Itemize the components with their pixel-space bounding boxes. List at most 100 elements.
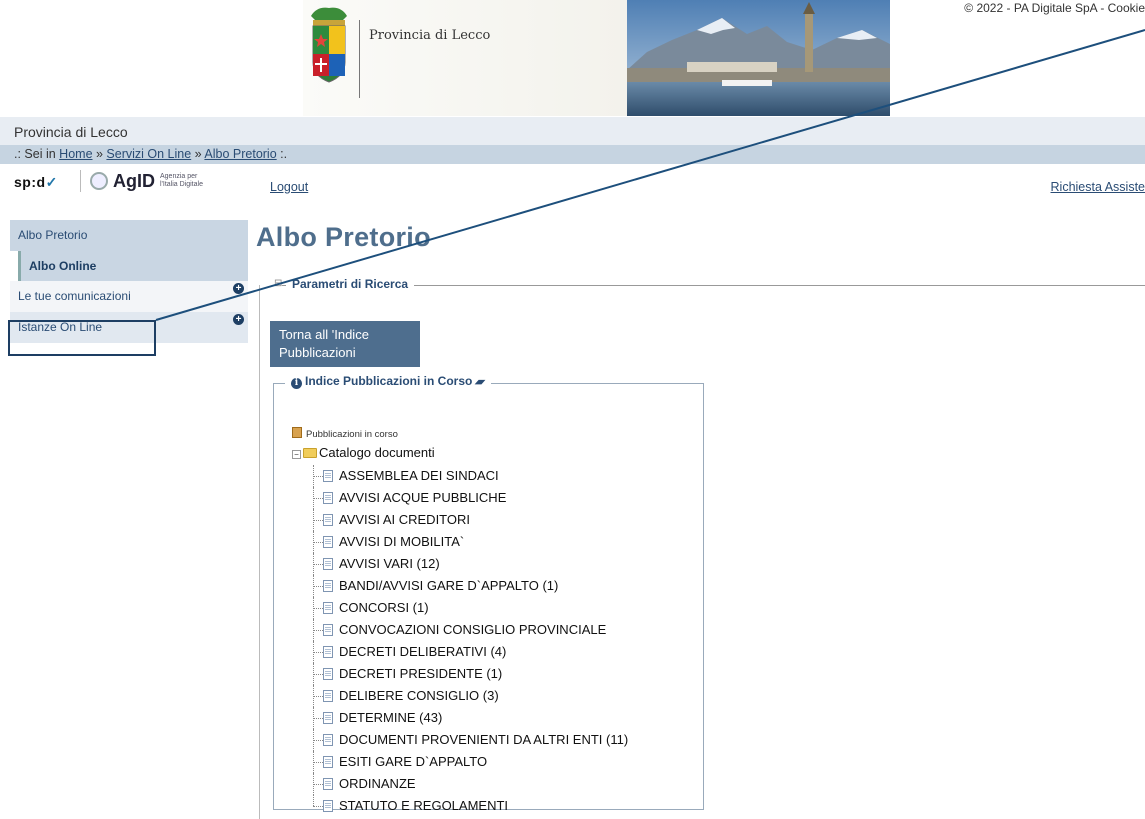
breadcrumb-separator: »: [92, 147, 107, 161]
tree-item[interactable]: CONVOCAZIONI CONSIGLIO PROVINCIALE: [313, 619, 628, 641]
document-icon: [323, 624, 333, 636]
page-title: Albo Pretorio: [256, 222, 431, 252]
tree-item-label: AVVISI ACQUE PUBBLICHE: [339, 490, 507, 505]
assistance-request-link[interactable]: Richiesta Assiste: [1051, 180, 1145, 194]
lake-landscape-photo: [627, 0, 890, 116]
document-icon: [323, 580, 333, 592]
tree-item-label: DECRETI PRESIDENTE (1): [339, 666, 503, 681]
banner-divider: [359, 20, 360, 98]
tree-item[interactable]: AVVISI ACQUE PUBBLICHE: [313, 487, 628, 509]
document-icon: [323, 756, 333, 768]
tree-root-label: Pubblicazioni in corso: [306, 429, 398, 440]
document-icon: [323, 492, 333, 504]
document-icon: [323, 712, 333, 724]
agid-emblem-icon: [90, 172, 108, 190]
tree-item-label: CONVOCAZIONI CONSIGLIO PROVINCIALE: [339, 622, 607, 637]
sidebar-item-label: Albo Pretorio: [18, 228, 88, 242]
tree-node-catalog[interactable]: − Catalogo documenti: [292, 445, 435, 460]
publications-index-title: Indice Pubblicazioni in Corso: [305, 374, 473, 388]
tree-item[interactable]: DECRETI PRESIDENTE (1): [313, 663, 628, 685]
breadcrumb-separator: »: [191, 147, 205, 161]
tree-item-label: ORDINANZE: [339, 776, 416, 791]
header-banner: Provincia di Lecco: [303, 0, 890, 116]
breadcrumb-suffix: :.: [276, 147, 288, 161]
sidebar-item-label: Le tue comunicazioni: [18, 289, 131, 303]
collapse-tree-icon[interactable]: −: [292, 450, 301, 459]
site-title-bar: [0, 117, 1145, 145]
tree-item-label: DETERMINE (43): [339, 710, 443, 725]
site-name: Provincia di Lecco: [14, 124, 128, 140]
spid-logo: sp:d✓: [14, 174, 58, 191]
back-to-index-button[interactable]: Torna all 'Indice Pubblicazioni: [270, 321, 420, 367]
tree-item-label: DECRETI DELIBERATIVI (4): [339, 644, 507, 659]
tree-item[interactable]: AVVISI AI CREDITORI: [313, 509, 628, 531]
agid-logo-text: AgID: [113, 170, 155, 191]
document-icon: [323, 734, 333, 746]
breadcrumb-link-home[interactable]: Home: [59, 147, 92, 161]
tree-item[interactable]: DELIBERE CONSIGLIO (3): [313, 685, 628, 707]
breadcrumb: .: Sei in Home » Servizi On Line » Albo …: [14, 147, 287, 161]
tree-item[interactable]: ASSEMBLEA DEI SINDACI: [313, 465, 628, 487]
tree-item[interactable]: CONCORSI (1): [313, 597, 628, 619]
tree-item-label: ESITI GARE D`APPALTO: [339, 754, 488, 769]
agid-logo-subtitle: Agenzia per l'Italia Digitale: [160, 173, 203, 188]
document-icon: [323, 558, 333, 570]
banner-title: Provincia di Lecco: [369, 28, 491, 43]
document-icon: [323, 470, 333, 482]
tree-item-label: DELIBERE CONSIGLIO (3): [339, 688, 499, 703]
document-icon: [323, 778, 333, 790]
logos-divider: [80, 170, 81, 192]
search-params-legend[interactable]: Parametri di Ricerca: [286, 277, 415, 291]
document-icon: [323, 800, 333, 812]
collapse-icon[interactable]: ⊟: [274, 278, 283, 289]
tree-item-label: AVVISI AI CREDITORI: [339, 512, 470, 527]
sidebar-item-comunicazioni[interactable]: Le tue comunicazioni +: [10, 281, 248, 312]
agid-logo: AgID Agenzia per l'Italia Digitale: [90, 171, 210, 191]
copyright-text: © 2022 - PA Digitale SpA - Cookie: [964, 1, 1145, 15]
tree-item[interactable]: STATUTO E REGOLAMENTI: [313, 795, 628, 817]
sidebar-item-albo-pretorio[interactable]: Albo Pretorio: [10, 220, 248, 251]
logout-link[interactable]: Logout: [270, 180, 308, 194]
document-icon: [323, 690, 333, 702]
folder-open-icon: [303, 448, 317, 458]
tree-root[interactable]: Pubblicazioni in corso: [292, 427, 398, 440]
content-divider: [259, 285, 260, 819]
document-icon: [323, 514, 333, 526]
tree-item[interactable]: DETERMINE (43): [313, 707, 628, 729]
document-icon: [323, 646, 333, 658]
breadcrumb-link-servizi[interactable]: Servizi On Line: [106, 147, 191, 161]
tree-item-label: DOCUMENTI PROVENIENTI DA ALTRI ENTI (11): [339, 732, 629, 747]
document-icon: [323, 536, 333, 548]
tree-item[interactable]: AVVISI VARI (12): [313, 553, 628, 575]
tree-item-label: AVVISI DI MOBILITA`: [339, 534, 465, 549]
expand-plus-icon[interactable]: +: [233, 314, 244, 325]
sidebar-item-label: Albo Online: [29, 259, 97, 273]
document-icon: [323, 602, 333, 614]
tree-item[interactable]: ESITI GARE D`APPALTO: [313, 751, 628, 773]
expand-plus-icon[interactable]: +: [233, 283, 244, 294]
tree-item-label: AVVISI VARI (12): [339, 556, 440, 571]
tree-item-label: ASSEMBLEA DEI SINDACI: [339, 468, 499, 483]
breadcrumb-link-albo[interactable]: Albo Pretorio: [204, 147, 276, 161]
highlight-box: [8, 320, 156, 356]
publications-index-legend: i Indice Pubblicazioni in Corso ▰: [285, 374, 491, 389]
breadcrumb-prefix: .: Sei in: [14, 147, 60, 161]
tree-item[interactable]: BANDI/AVVISI GARE D`APPALTO (1): [313, 575, 628, 597]
tree-item[interactable]: DOCUMENTI PROVENIENTI DA ALTRI ENTI (11): [313, 729, 628, 751]
eraser-icon[interactable]: ▰: [474, 375, 487, 388]
province-crest-logo: [311, 7, 347, 83]
tree-item[interactable]: ORDINANZE: [313, 773, 628, 795]
catalog-document-list: ASSEMBLEA DEI SINDACI AVVISI ACQUE PUBBL…: [313, 465, 628, 817]
tree-item-label: STATUTO E REGOLAMENTI: [339, 798, 509, 813]
tree-node-label: Catalogo documenti: [319, 445, 435, 460]
sidebar-item-albo-online[interactable]: Albo Online: [18, 251, 248, 281]
tree-item[interactable]: AVVISI DI MOBILITA`: [313, 531, 628, 553]
check-icon: ✓: [45, 174, 58, 190]
info-icon: i: [291, 378, 302, 389]
spid-logo-text: sp:d: [14, 174, 46, 190]
tree-item-label: BANDI/AVVISI GARE D`APPALTO (1): [339, 578, 559, 593]
tree-item[interactable]: DECRETI DELIBERATIVI (4): [313, 641, 628, 663]
document-icon: [323, 668, 333, 680]
tree-item-label: CONCORSI (1): [339, 600, 429, 615]
book-icon: [292, 427, 302, 438]
